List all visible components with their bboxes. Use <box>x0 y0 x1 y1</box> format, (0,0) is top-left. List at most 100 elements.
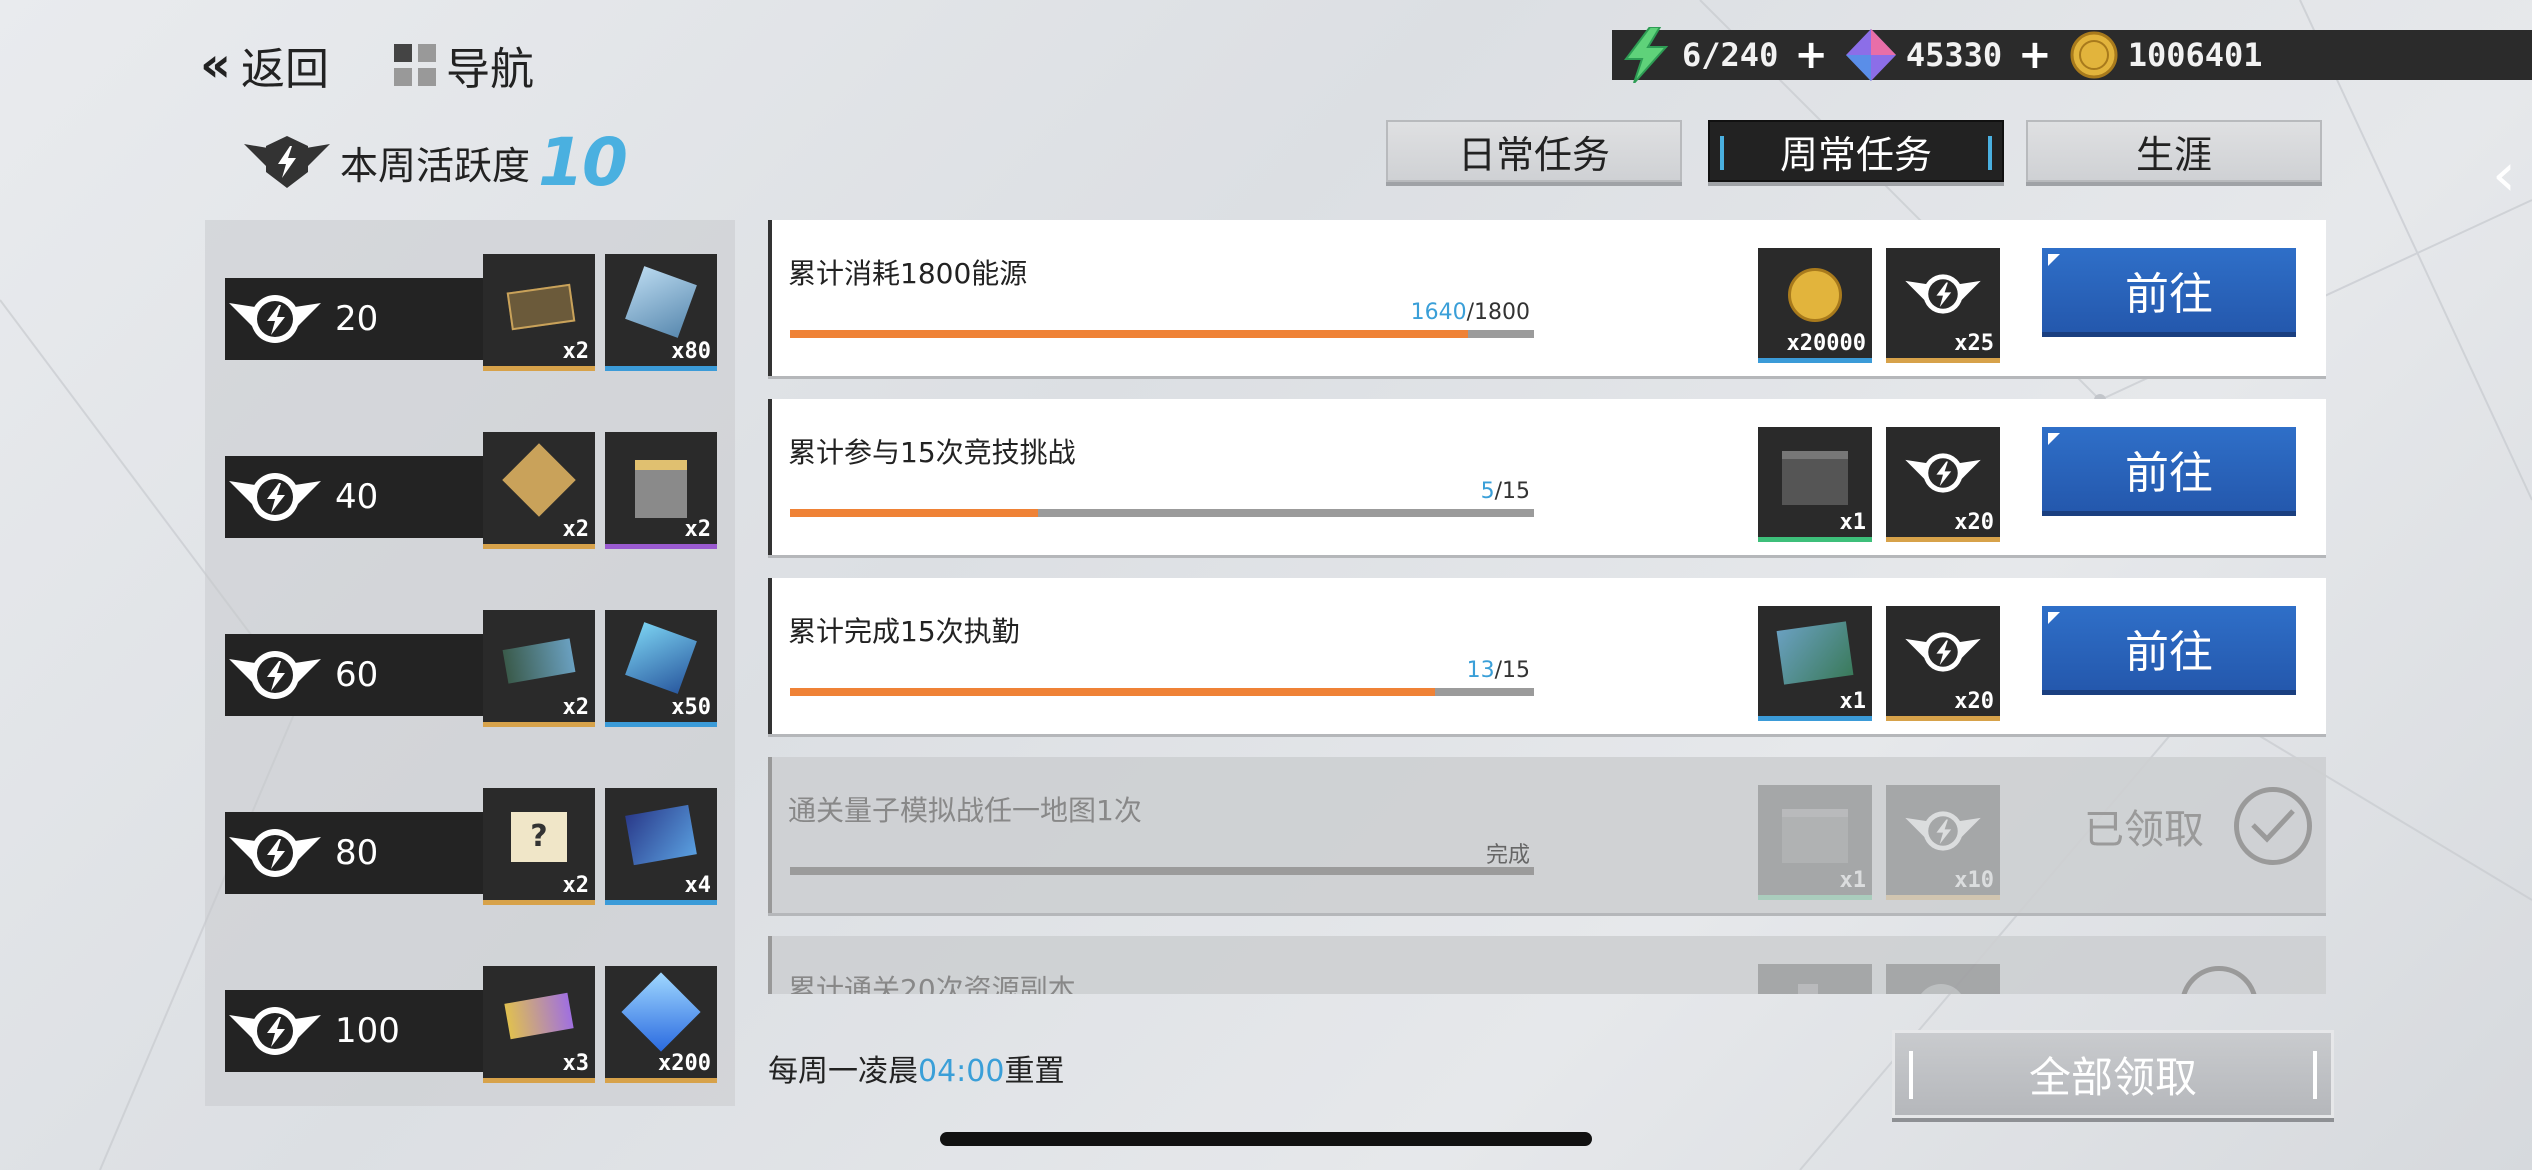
task-reward[interactable]: x20000 <box>1758 248 1872 363</box>
activity-icon <box>1905 453 1981 493</box>
task-reward: x10 <box>1886 785 2000 900</box>
reward-qty: x200 <box>658 1051 711 1076</box>
progress-fill <box>790 688 1436 696</box>
task-title: 累计完成15次执勤 <box>788 615 1020 648</box>
go-button[interactable]: 前往 <box>2042 427 2296 511</box>
checkmark-icon <box>2234 787 2312 865</box>
progress-current: 1640 <box>1410 300 1467 325</box>
task-progress-bar <box>790 688 1534 696</box>
energy-value: 6/240 <box>1682 36 1779 74</box>
activity-icon <box>1905 811 1981 851</box>
tab-career[interactable]: 生涯 <box>2026 120 2322 182</box>
task-reward[interactable]: x25 <box>1886 248 2000 363</box>
claimed-label: 已领取 <box>2084 807 2204 853</box>
activity-value: 10 <box>538 123 628 201</box>
task-card: 累计完成15次执勤 13/15 x1 x20 前往 <box>768 578 2326 734</box>
reset-notice: 每周一凌晨04:00重置 <box>768 1046 1064 1090</box>
weekly-activity: 本周活跃度 10 <box>244 123 628 201</box>
activity-emblem-icon <box>229 1007 321 1055</box>
reward-qty: x10 <box>1954 868 1994 893</box>
checkmark-icon <box>2180 966 2258 994</box>
reward-qty: x1 <box>1839 689 1867 714</box>
activity-icon <box>1905 632 1981 672</box>
progress-total: /15 <box>1494 658 1530 683</box>
progress-current: 13 <box>1466 658 1495 683</box>
lightning-icon <box>1624 27 1669 83</box>
crystal-value: 45330 <box>1905 36 2003 74</box>
task-reward: x1 <box>1758 785 1872 900</box>
claimed-status: 已领取 <box>2084 787 2312 865</box>
task-list[interactable]: 累计消耗1800能源 1640/1800 x20000 x25 前往 累计参与1… <box>0 218 2532 994</box>
progress-fill <box>790 867 1534 875</box>
tab-daily[interactable]: 日常任务 <box>1386 120 1682 182</box>
task-progress-text: 1640/1800 <box>1411 300 1530 325</box>
task-progress-bar <box>790 509 1534 517</box>
activity-label: 本周活跃度 <box>340 143 531 188</box>
task-card: 累计参与15次竞技挑战 5/15 x1 x20 前往 <box>768 399 2326 555</box>
reset-time: 04:00 <box>918 1054 1005 1089</box>
currency-bar: 6/240 + 45330 + 1006401 <box>1612 27 2532 83</box>
task-progress-text: 13/15 <box>1467 658 1530 683</box>
navigation-button[interactable]: 导航 <box>394 36 534 95</box>
milestone-bar: 100 <box>225 990 495 1072</box>
ticket-icon <box>504 992 574 1040</box>
claim-all-button[interactable]: 全部领取 <box>1892 1030 2334 1118</box>
coin-icon <box>1788 268 1842 322</box>
task-progress-bar <box>790 867 1534 875</box>
weapon-crate-icon <box>1782 809 1848 863</box>
go-button[interactable]: 前往 <box>2042 606 2296 690</box>
material-pack-icon <box>1776 621 1854 685</box>
activity-icon <box>1905 274 1981 314</box>
weapon-icon <box>1798 984 1818 994</box>
reward-qty: x20000 <box>1786 331 1866 356</box>
task-reward[interactable]: x1 <box>1758 427 1872 542</box>
task-card: 累计消耗1800能源 1640/1800 x20000 x25 前往 <box>768 220 2326 376</box>
back-button[interactable]: « 返回 <box>200 36 330 95</box>
task-title: 累计通关20次资源副本 <box>788 973 1076 994</box>
reward-qty: x20 <box>1954 510 1994 535</box>
go-button[interactable]: 前往 <box>2042 248 2296 332</box>
coin-value: 1006401 <box>2127 36 2263 74</box>
task-progress-bar <box>790 330 1534 338</box>
side-panel-arrow-icon[interactable]: ‹ <box>2492 140 2532 220</box>
tab-daily-label: 日常任务 <box>1457 132 1610 177</box>
progress-fill <box>790 330 1468 338</box>
task-reward[interactable]: x20 <box>1886 427 2000 542</box>
reset-prefix: 每周一凌晨 <box>768 1054 918 1089</box>
navigation-label: 导航 <box>446 44 534 95</box>
crystal-icon <box>1845 29 1896 81</box>
progress-total: /15 <box>1494 479 1530 504</box>
task-title: 通关量子模拟战任一地图1次 <box>788 794 1142 827</box>
task-reward[interactable]: x1 <box>1758 606 1872 721</box>
task-reward <box>1886 964 2000 994</box>
double-chevron-left-icon: « <box>200 37 232 93</box>
progress-total: /1800 <box>1466 300 1530 325</box>
task-status: 完成 <box>1485 843 1530 868</box>
weapon-crate-icon <box>1782 451 1848 505</box>
add-energy-button[interactable]: + <box>1794 32 1828 78</box>
back-label: 返回 <box>241 44 330 95</box>
crystal-currency[interactable]: 45330 <box>1845 29 2003 81</box>
reward-qty: x1 <box>1839 510 1867 535</box>
home-indicator[interactable] <box>940 1132 1592 1146</box>
milestone-points: 100 <box>335 1011 400 1051</box>
task-progress-text: 5/15 <box>1481 479 1530 504</box>
tab-weekly[interactable]: 周常任务 <box>1708 120 2004 182</box>
task-reward <box>1758 964 1872 994</box>
coin-currency: 1006401 <box>2070 31 2263 79</box>
claimed-status <box>2084 966 2258 994</box>
reward-qty: x3 <box>562 1051 590 1076</box>
task-title: 累计消耗1800能源 <box>788 257 1028 290</box>
add-crystal-button[interactable]: + <box>2018 32 2052 78</box>
coin-icon <box>2070 31 2118 79</box>
energy-currency[interactable]: 6/240 <box>1620 27 1778 83</box>
reward-qty: x20 <box>1954 689 1994 714</box>
grid-icon <box>394 44 436 86</box>
progress-current: 5 <box>1480 479 1495 504</box>
tab-weekly-label: 周常任务 <box>1779 132 1932 177</box>
task-reward[interactable]: x20 <box>1886 606 2000 721</box>
activity-emblem-icon <box>244 136 330 188</box>
claim-all-label: 全部领取 <box>2028 1052 2197 1102</box>
reset-suffix: 重置 <box>1004 1054 1065 1089</box>
activity-icon <box>1916 984 1966 994</box>
